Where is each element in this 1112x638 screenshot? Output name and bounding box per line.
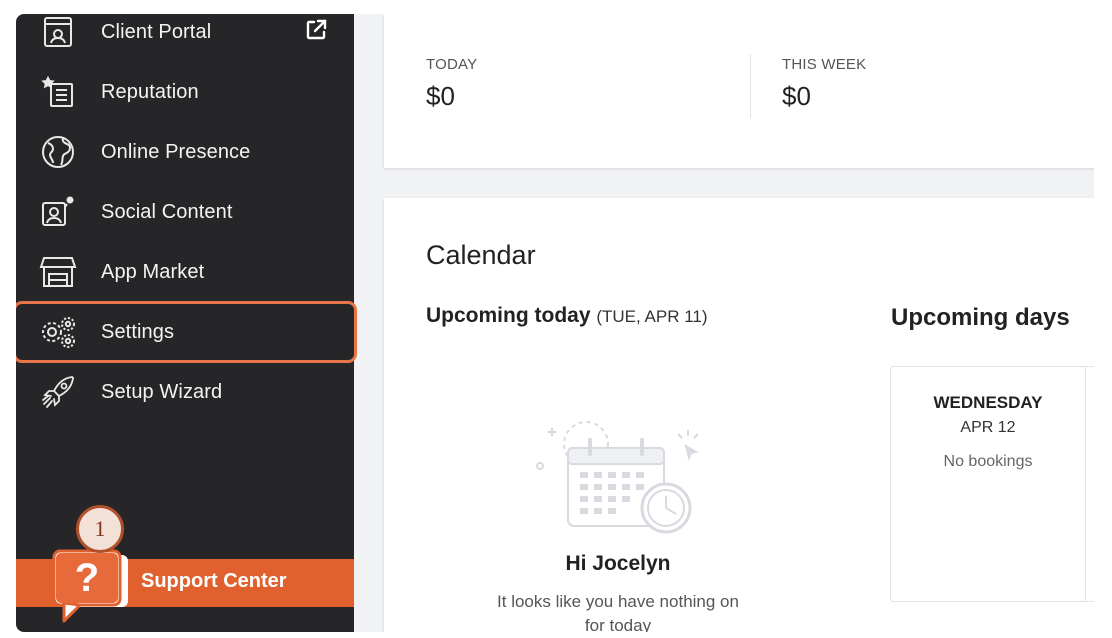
calendar-card: Calendar Upcoming today (TUE, APR 11) Hi… <box>384 198 1094 632</box>
svg-text:?: ? <box>75 556 99 600</box>
sidebar-item-app-market[interactable]: App Market <box>16 244 354 300</box>
sidebar-item-label: App Market <box>101 260 205 283</box>
sidebar: Client Portal Reputation Online Presence… <box>16 14 357 632</box>
reputation-icon <box>38 72 78 112</box>
sidebar-item-label: Settings <box>101 320 175 343</box>
upcoming-today-heading: Upcoming today (TUE, APR 11) <box>426 304 708 328</box>
sales-stats-card: TODAY $0 THIS WEEK $0 <box>384 14 1094 168</box>
empty-state-greeting: Hi Jocelyn <box>565 552 671 575</box>
upcoming-today-label: Upcoming today <box>426 304 591 327</box>
step-badge: 1 <box>76 505 124 553</box>
sidebar-item-social-content[interactable]: Social Content <box>16 184 354 240</box>
day-weekday: WEDNESDAY <box>933 393 1043 412</box>
sidebar-item-label: Client Portal <box>101 20 212 43</box>
sidebar-item-online-presence[interactable]: Online Presence <box>16 124 354 180</box>
calendar-title: Calendar <box>426 240 536 270</box>
stat-value: $0 <box>782 81 811 111</box>
support-center-label: Support Center <box>141 570 287 592</box>
stat-caption: THIS WEEK <box>782 56 867 73</box>
day-bookings-status: No bookings <box>943 453 1033 470</box>
gears-icon <box>38 312 78 352</box>
help-bubble-icon[interactable]: ? <box>50 547 130 625</box>
sidebar-item-label: Setup Wizard <box>101 380 223 403</box>
sidebar-item-label: Social Content <box>101 200 233 223</box>
upcoming-days-heading: Upcoming days <box>891 304 1070 331</box>
stat-value: $0 <box>426 81 455 111</box>
day-date: APR 12 <box>960 419 1016 436</box>
stat-today: TODAY $0 <box>426 56 477 112</box>
upcoming-day-card[interactable]: WEDNESDAY APR 12 No bookings <box>891 367 1086 601</box>
stat-this-week: THIS WEEK $0 <box>782 56 866 112</box>
rocket-icon <box>38 372 78 412</box>
app-window: Client Portal Reputation Online Presence… <box>16 14 1094 632</box>
stat-caption: TODAY <box>426 56 478 73</box>
empty-calendar-illustration <box>518 418 718 538</box>
empty-state-message: It looks like you have nothing on for to… <box>497 592 739 632</box>
storefront-icon <box>38 252 78 292</box>
sidebar-item-reputation[interactable]: Reputation <box>16 64 354 120</box>
upcoming-today-date: (TUE, APR 11) <box>596 307 708 326</box>
sidebar-item-settings[interactable]: Settings <box>16 301 357 363</box>
sidebar-item-setup-wizard[interactable]: Setup Wizard <box>16 364 354 420</box>
sidebar-item-client-portal[interactable]: Client Portal <box>16 14 354 60</box>
upcoming-days-list: WEDNESDAY APR 12 No bookings <box>890 366 1094 602</box>
external-link-icon[interactable] <box>304 18 328 47</box>
sidebar-item-label: Online Presence <box>101 140 251 163</box>
client-portal-icon <box>38 14 78 52</box>
stat-divider <box>750 54 751 118</box>
social-content-icon <box>38 192 78 232</box>
globe-icon <box>38 132 78 172</box>
sidebar-item-label: Reputation <box>101 80 199 103</box>
